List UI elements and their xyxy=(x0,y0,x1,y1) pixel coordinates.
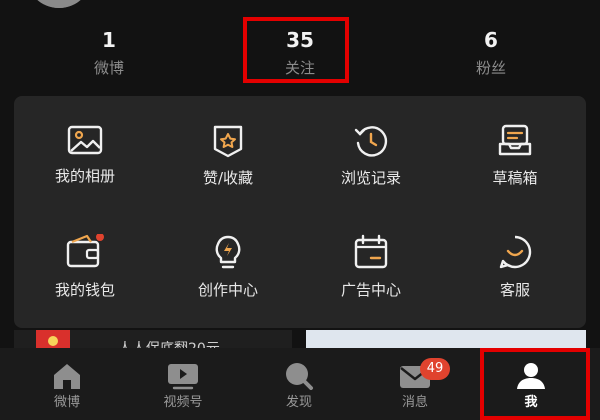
tab-discover-label: 发现 xyxy=(285,395,312,410)
stat-weibo-label: 微博 xyxy=(93,59,124,77)
tab-video[interactable]: 视频号 xyxy=(143,362,223,412)
tab-video-label: 视频号 xyxy=(163,395,203,410)
tab-discover[interactable]: 发现 xyxy=(259,362,339,412)
tab-message-label: 消息 xyxy=(401,395,428,410)
grid-item-wallet-label: 我的钱包 xyxy=(54,281,115,299)
grid-item-album[interactable]: 我的相册 xyxy=(20,124,150,186)
grid-item-creator[interactable]: 创作中心 xyxy=(163,234,293,300)
grid-item-ad-center-label: 广告中心 xyxy=(340,281,401,299)
stat-following-count: 35 xyxy=(286,28,314,52)
grid-item-drafts-label: 草稿箱 xyxy=(492,169,538,187)
video-icon xyxy=(168,364,198,390)
grid-item-customer-service-label: 客服 xyxy=(499,281,530,299)
grid-item-like-collect[interactable]: 赞/收藏 xyxy=(163,124,293,188)
like-collect-icon xyxy=(213,125,243,158)
stat-following[interactable]: 35 关注 xyxy=(235,26,365,80)
bottom-tab-bar: 微博 视频号 发现 49 消息 我 xyxy=(0,348,600,420)
grid-item-drafts[interactable]: 草稿箱 xyxy=(450,124,580,188)
grid-item-like-collect-label: 赞/收藏 xyxy=(202,169,254,187)
stats-row: 1 微博 35 关注 6 粉丝 xyxy=(0,26,600,86)
history-icon xyxy=(354,126,388,157)
stat-followers[interactable]: 6 粉丝 xyxy=(426,26,556,80)
grid-item-history[interactable]: 浏览记录 xyxy=(306,124,436,188)
stat-followers-count: 6 xyxy=(484,28,498,52)
customer-service-icon xyxy=(499,235,532,269)
grid-item-history-label: 浏览记录 xyxy=(340,169,401,187)
stat-weibo[interactable]: 1 微博 xyxy=(44,26,174,80)
grid-item-wallet[interactable]: 我的钱包 xyxy=(20,234,150,300)
wallet-icon xyxy=(66,234,104,268)
avatar[interactable] xyxy=(26,0,92,8)
ad-center-icon xyxy=(354,234,388,269)
stat-following-label: 关注 xyxy=(284,59,315,77)
message-unread-badge: 49 xyxy=(420,358,450,380)
tab-weibo-label: 微博 xyxy=(53,395,80,410)
grid-item-ad-center[interactable]: 广告中心 xyxy=(306,234,436,300)
creator-icon xyxy=(215,235,241,269)
drafts-icon xyxy=(498,124,532,156)
grid-item-customer-service[interactable]: 客服 xyxy=(450,234,580,300)
tab-message[interactable]: 49 消息 xyxy=(375,358,455,412)
tab-me[interactable]: 我 xyxy=(491,362,571,412)
tab-me-label: 我 xyxy=(524,395,538,410)
discover-icon xyxy=(286,363,313,390)
feature-grid-panel: 我的相册 赞/收藏 浏览记录 草稿箱 我的钱包 创作中心 广告中心 客服 xyxy=(14,96,586,328)
stat-followers-label: 粉丝 xyxy=(475,59,506,77)
profile-icon xyxy=(517,363,545,389)
grid-item-creator-label: 创作中心 xyxy=(197,281,258,299)
photo-album-icon xyxy=(67,125,103,155)
grid-item-album-label: 我的相册 xyxy=(54,167,115,185)
tab-weibo[interactable]: 微博 xyxy=(27,362,107,412)
home-icon xyxy=(54,364,80,389)
stat-weibo-count: 1 xyxy=(102,28,116,52)
